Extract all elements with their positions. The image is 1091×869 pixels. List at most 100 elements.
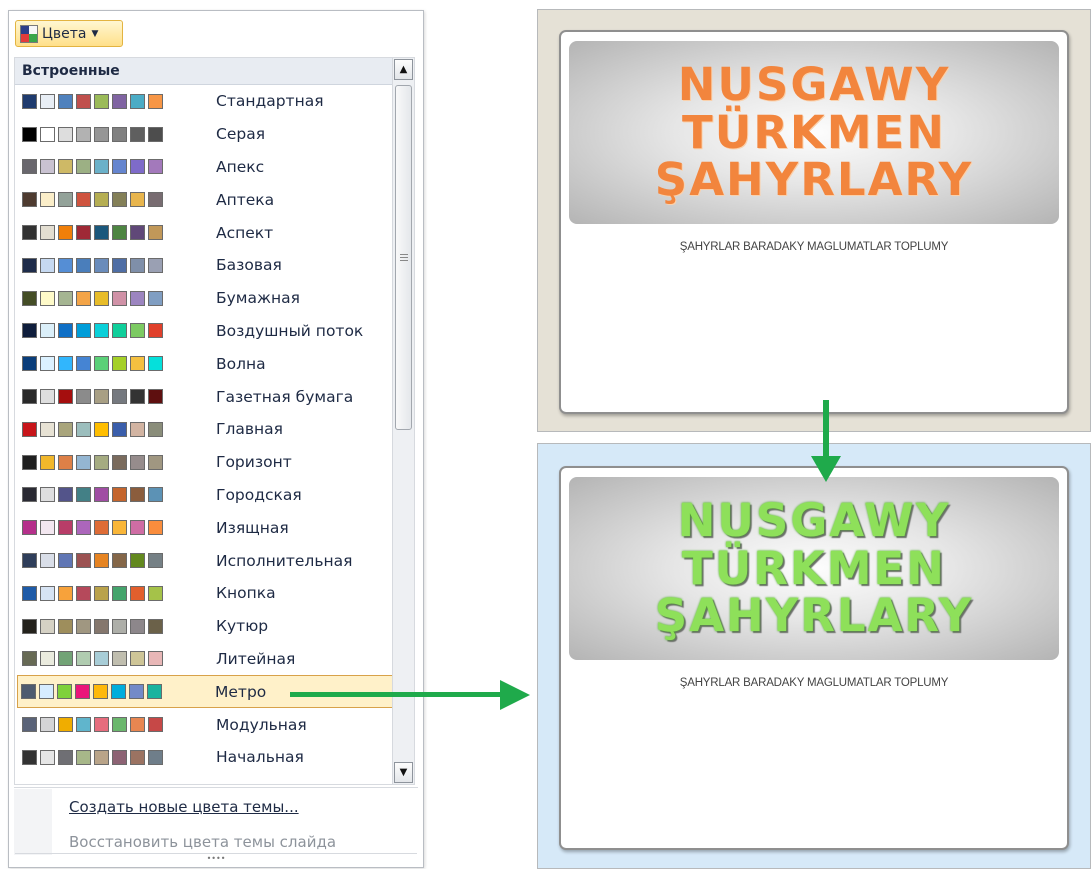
- color-swatch: [58, 323, 73, 339]
- colors-button[interactable]: Цвета ▼: [15, 20, 123, 47]
- color-swatch: [130, 749, 145, 765]
- color-swatch: [94, 520, 109, 536]
- color-swatch: [94, 93, 109, 109]
- color-swatch: [40, 520, 55, 536]
- vertical-scrollbar[interactable]: ▲ ▼: [392, 58, 414, 784]
- color-swatch-strip: [22, 356, 206, 372]
- color-swatch: [94, 487, 109, 503]
- color-swatch: [76, 93, 91, 109]
- arrow-up-icon: ▲: [399, 64, 408, 75]
- color-scheme-name: Начальная: [216, 748, 304, 767]
- color-scheme-item[interactable]: Стандартная: [15, 85, 414, 118]
- color-scheme-name: Литейная: [216, 649, 296, 668]
- color-swatch: [93, 684, 108, 700]
- color-scheme-item[interactable]: Базовая: [15, 249, 414, 282]
- color-swatch: [130, 225, 145, 241]
- color-scheme-item[interactable]: Волна: [15, 347, 414, 380]
- color-swatch-strip: [22, 159, 206, 175]
- create-theme-colors-label: Создать новые цвета темы...: [69, 798, 299, 816]
- color-scheme-item[interactable]: Исполнительная: [15, 544, 414, 577]
- color-swatch: [130, 257, 145, 273]
- scrollbar-thumb[interactable]: [395, 85, 412, 430]
- color-swatch: [76, 126, 91, 142]
- color-swatch: [76, 225, 91, 241]
- color-scheme-item[interactable]: Серая: [15, 118, 414, 151]
- color-swatch: [22, 93, 37, 109]
- color-swatch: [94, 749, 109, 765]
- color-swatch: [130, 323, 145, 339]
- color-swatch: [40, 257, 55, 273]
- color-swatch: [22, 290, 37, 306]
- color-swatch-strip: [22, 553, 206, 569]
- color-scheme-item[interactable]: Начальная: [15, 741, 414, 774]
- create-theme-colors-item[interactable]: Создать новые цвета темы...: [69, 798, 299, 816]
- theme-colors-dropdown: Цвета ▼ Встроенные Стандартная Серая Апекс…: [8, 10, 424, 868]
- color-swatch-strip: [22, 717, 206, 733]
- color-swatch: [112, 93, 127, 109]
- color-scheme-item[interactable]: Апекс: [15, 151, 414, 184]
- color-swatch: [148, 225, 163, 241]
- colors-button-label: Цвета: [42, 25, 87, 42]
- color-swatch: [40, 487, 55, 503]
- color-swatch: [76, 520, 91, 536]
- color-swatch: [58, 257, 73, 273]
- color-scheme-item[interactable]: Аптека: [15, 183, 414, 216]
- color-scheme-name: Аспект: [216, 223, 274, 242]
- color-scheme-item[interactable]: Кутюр: [15, 610, 414, 643]
- color-swatch: [76, 717, 91, 733]
- color-swatch: [58, 421, 73, 437]
- arrow-down-icon: [811, 456, 841, 482]
- color-scheme-item[interactable]: Кнопка: [15, 577, 414, 610]
- color-scheme-item[interactable]: Бумажная: [15, 282, 414, 315]
- color-swatch: [76, 389, 91, 405]
- color-scheme-name: Метро: [215, 682, 267, 701]
- color-scheme-item[interactable]: Главная: [15, 413, 414, 446]
- color-swatch: [130, 356, 145, 372]
- color-swatch: [94, 225, 109, 241]
- color-scheme-item[interactable]: Газетная бумага: [15, 380, 414, 413]
- color-scheme-name: Главная: [216, 420, 283, 439]
- color-scheme-item[interactable]: Воздушный поток: [15, 315, 414, 348]
- color-swatch: [40, 717, 55, 733]
- color-swatch: [94, 454, 109, 470]
- color-scheme-name: Бумажная: [216, 289, 300, 308]
- color-scheme-item[interactable]: Литейная: [15, 643, 414, 676]
- slide-subtitle: ŞAHYRLAR BARADAKY MAGLUMATLAR TOPLUMY: [679, 677, 949, 689]
- color-swatch: [148, 323, 163, 339]
- color-swatch-strip: [22, 389, 206, 405]
- color-scheme-item[interactable]: Городская: [15, 479, 414, 512]
- color-swatch: [94, 159, 109, 175]
- color-swatch: [58, 356, 73, 372]
- color-scheme-item[interactable]: Изящная: [15, 511, 414, 544]
- color-swatch: [148, 618, 163, 634]
- color-swatch: [40, 651, 55, 667]
- color-swatch: [148, 421, 163, 437]
- color-swatch-strip: [22, 257, 206, 273]
- color-scheme-name: Кутюр: [216, 617, 269, 636]
- color-swatch: [22, 159, 37, 175]
- color-swatch: [58, 520, 73, 536]
- color-scheme-name: Волна: [216, 354, 266, 373]
- color-scheme-item[interactable]: Горизонт: [15, 446, 414, 479]
- color-swatch: [148, 126, 163, 142]
- slide-canvas: NUSGAWY TÜRKMEN ŞAHYRLARY ŞAHYRLAR BARAD…: [559, 466, 1069, 850]
- color-scheme-item[interactable]: Аспект: [15, 216, 414, 249]
- color-swatch: [148, 487, 163, 503]
- color-swatch: [22, 421, 37, 437]
- color-swatch: [40, 93, 55, 109]
- resize-grip[interactable]: ••••: [15, 853, 417, 863]
- color-swatch: [148, 290, 163, 306]
- color-swatch: [112, 290, 127, 306]
- color-swatch: [40, 389, 55, 405]
- scroll-down-button[interactable]: ▼: [394, 762, 413, 783]
- color-swatch: [58, 553, 73, 569]
- scroll-up-button[interactable]: ▲: [394, 59, 413, 80]
- color-swatch-strip: [22, 126, 206, 142]
- color-swatch: [94, 618, 109, 634]
- color-swatch: [130, 126, 145, 142]
- color-swatch: [40, 356, 55, 372]
- color-scheme-item[interactable]: Модульная: [15, 708, 414, 741]
- arrow-right-icon: [500, 680, 530, 710]
- section-header-builtin: Встроенные: [15, 58, 414, 85]
- color-swatch: [40, 323, 55, 339]
